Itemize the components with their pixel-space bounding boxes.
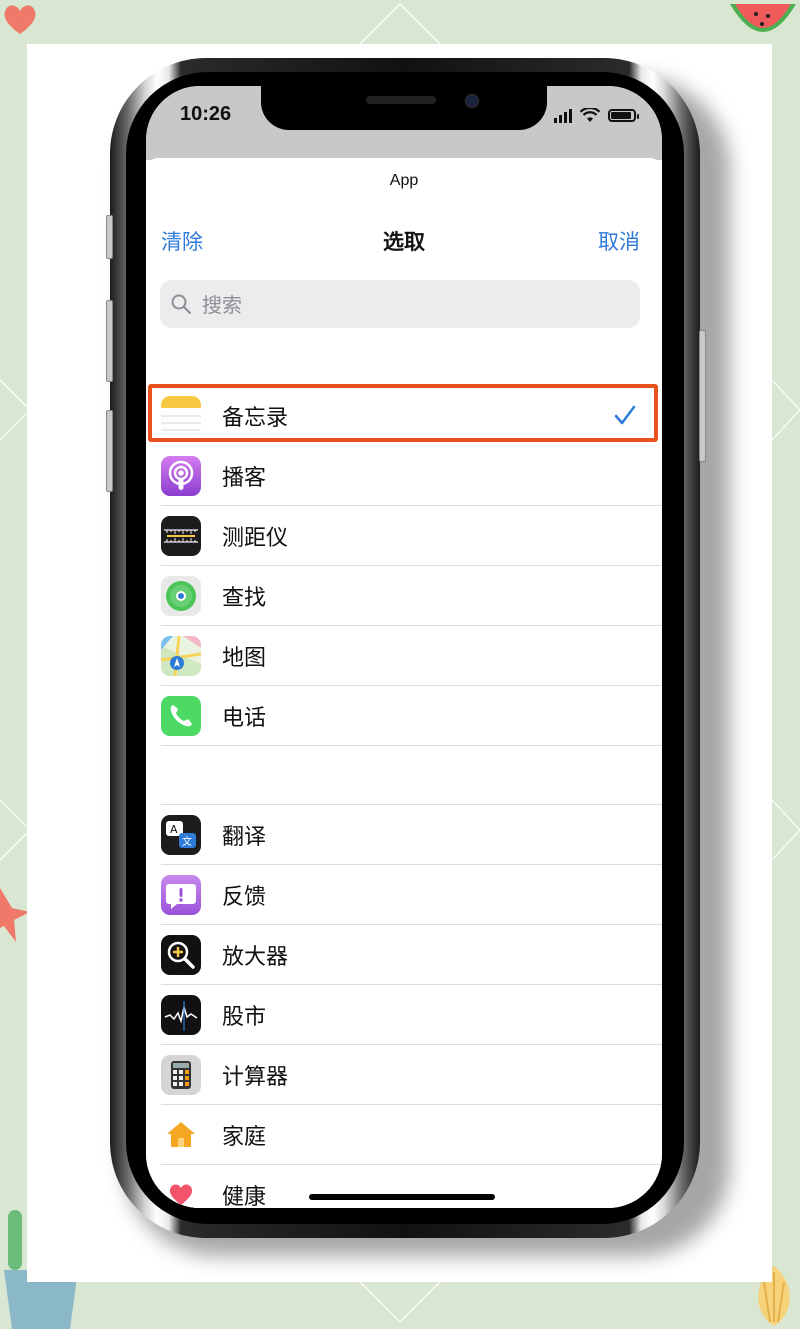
volume-down-button <box>106 410 113 492</box>
list-item-label: 地图 <box>222 646 267 671</box>
list-item-stocks[interactable]: 股市 <box>146 985 662 1045</box>
list-item-label: 查找 <box>222 586 267 611</box>
checkmark-icon <box>614 405 636 425</box>
status-icons <box>554 108 639 123</box>
list-item-label: 家庭 <box>222 1125 267 1150</box>
list-item-label: 股市 <box>222 1005 267 1030</box>
list-item-translate[interactable]: A 文 翻译 <box>146 805 662 865</box>
feedback-icon <box>161 875 201 915</box>
wifi-icon <box>580 108 600 122</box>
search-icon <box>171 294 191 314</box>
svg-text:A: A <box>170 823 178 836</box>
list-item-label: 健康 <box>222 1185 267 1208</box>
home-icon <box>161 1115 201 1155</box>
phone-icon <box>161 696 201 736</box>
list-item-notes[interactable]: 备忘录 <box>146 384 662 446</box>
nav-title: 选取 <box>383 230 425 254</box>
list-item-label: 播客 <box>222 466 267 491</box>
battery-icon <box>608 109 639 122</box>
list-item-label: 电话 <box>222 706 267 731</box>
list-item-label: 计算器 <box>222 1065 289 1090</box>
notes-icon <box>161 396 201 436</box>
list-item-measure[interactable]: 测距仪 <box>146 506 662 566</box>
app-list-group-1: 备忘录 播客 测距仪 查找 地图 电话 <box>146 384 662 746</box>
list-item-feedback[interactable]: 反馈 <box>146 865 662 925</box>
translate-icon: A 文 <box>161 815 201 855</box>
row-separator <box>161 745 662 746</box>
notch <box>261 86 547 130</box>
search-bar[interactable] <box>160 280 640 330</box>
mute-switch <box>106 215 113 259</box>
list-item-maps[interactable]: 地图 <box>146 626 662 686</box>
maps-icon <box>161 636 201 676</box>
list-item-magnifier[interactable]: 放大器 <box>146 925 662 985</box>
app-list-group-2: A 文 翻译 反馈 放大器 股市 计算器 家庭 健康 <box>146 804 662 1208</box>
home-indicator <box>309 1194 495 1200</box>
front-camera <box>465 94 479 108</box>
status-time: 10:26 <box>180 103 232 125</box>
nav-bar: 清除 选取 取消 <box>146 226 662 262</box>
sheet-title: App <box>389 172 419 189</box>
list-item-calculator[interactable]: 计算器 <box>146 1045 662 1105</box>
volume-up-button <box>106 300 113 382</box>
power-button <box>699 330 706 462</box>
svg-text:文: 文 <box>182 835 192 848</box>
heart-decoration <box>4 5 36 34</box>
calculator-icon <box>161 1055 201 1095</box>
health-icon <box>161 1175 201 1208</box>
app-picker-sheet: App 清除 选取 取消 备忘录 <box>146 158 662 1208</box>
search-input[interactable] <box>200 280 624 330</box>
list-item-home[interactable]: 家庭 <box>146 1105 662 1165</box>
podcasts-icon <box>161 456 201 496</box>
list-item-label: 翻译 <box>222 825 267 850</box>
list-item-find-my[interactable]: 查找 <box>146 566 662 626</box>
list-item-phone[interactable]: 电话 <box>146 686 662 746</box>
stocks-icon <box>161 995 201 1035</box>
cancel-button[interactable]: 取消 <box>598 226 640 256</box>
phone-screen: 10:26 App 清除 选取 取消 搜索 备忘录 播客 测距仪 查找 地图 电… <box>146 86 662 1208</box>
list-item-label: 放大器 <box>222 945 289 970</box>
list-item-label: 备忘录 <box>222 406 289 431</box>
list-item-podcasts[interactable]: 播客 <box>146 446 662 506</box>
list-item-label: 反馈 <box>222 885 267 910</box>
cellular-signal-icon <box>554 108 572 123</box>
watermelon-decoration <box>730 4 796 32</box>
list-item-health[interactable]: 健康 <box>146 1165 662 1208</box>
find-my-icon <box>161 576 201 616</box>
magnifier-icon <box>161 935 201 975</box>
starfish-decoration <box>0 888 30 942</box>
measure-icon <box>161 516 201 556</box>
speaker-grille <box>366 96 436 104</box>
list-item-label: 测距仪 <box>222 526 289 551</box>
